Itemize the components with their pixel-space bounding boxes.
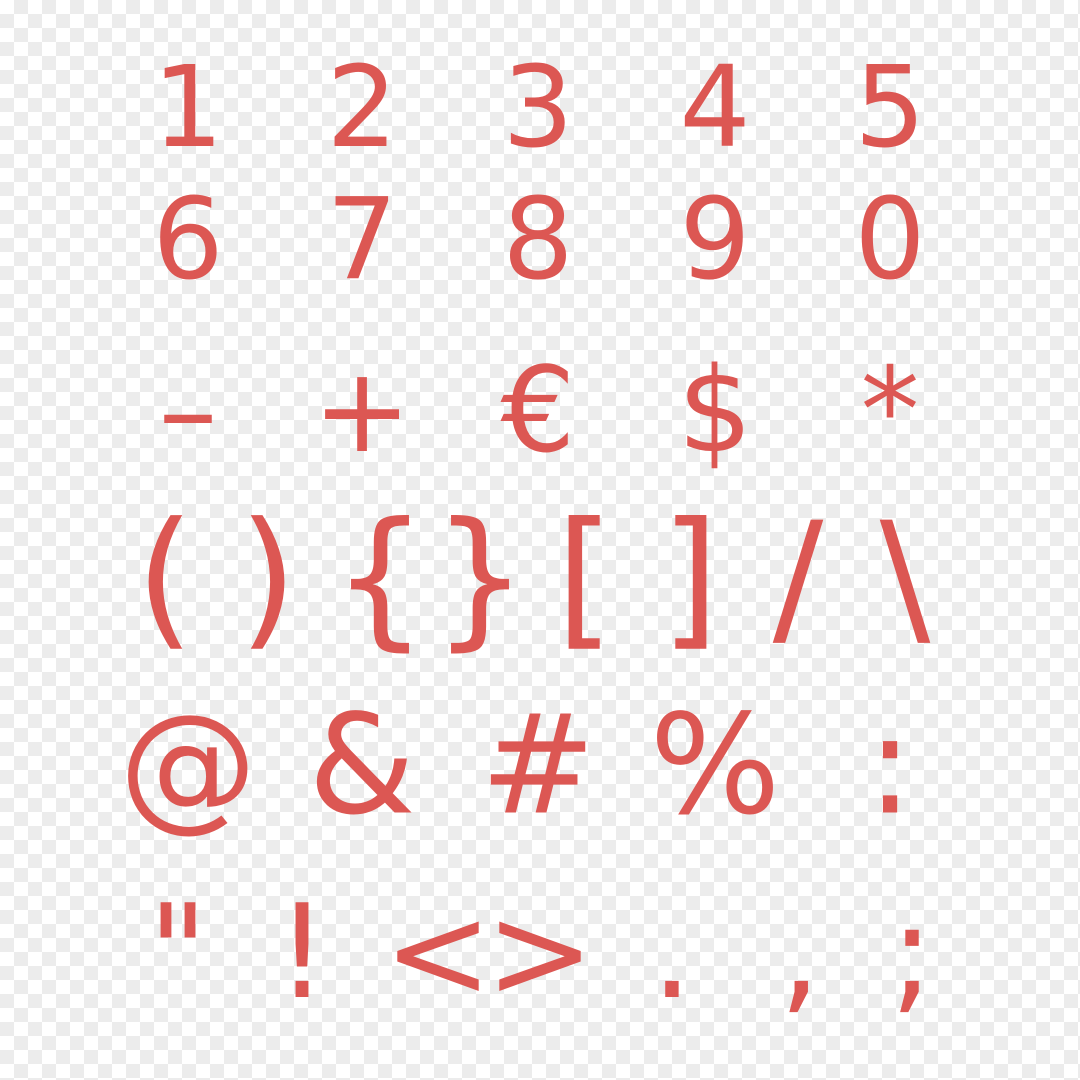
ampersand-glyph: &	[308, 685, 416, 846]
comma-glyph: ,	[779, 876, 820, 1028]
open-paren-glyph: (	[136, 491, 195, 665]
double-quote-glyph: "	[148, 876, 208, 1028]
less-than-glyph: <	[384, 876, 493, 1028]
digit-six: 6	[152, 175, 223, 305]
dollar-glyph: $	[677, 341, 752, 479]
euro-glyph: €	[500, 341, 575, 479]
glyph-sheet: 1 2 3 4 5 6 7 8 9 0 – + € $ * (){}[] / \ @ & #%: "! <>.,;	[119, 43, 934, 1028]
digit-eight: 8	[502, 175, 573, 305]
close-bracket-glyph: ]	[661, 491, 720, 665]
digit-nine: 9	[679, 175, 750, 305]
minus-glyph: –	[159, 341, 218, 479]
digit-two: 2	[326, 43, 397, 173]
digit-seven: 7	[326, 175, 397, 305]
digit-four: 4	[679, 43, 750, 173]
open-brace-glyph: {	[332, 491, 427, 665]
colon-glyph: :	[867, 685, 914, 846]
open-bracket-glyph: [	[556, 491, 615, 665]
semicolon-glyph: ;	[890, 876, 934, 1028]
plus-glyph: +	[313, 341, 412, 479]
asterisk-glyph: *	[861, 341, 920, 479]
close-brace-glyph: }	[432, 491, 527, 665]
percent-glyph: %	[649, 685, 780, 846]
period-glyph: .	[651, 876, 692, 1028]
greater-than-glyph: >	[486, 876, 595, 1028]
digit-zero: 0	[854, 175, 925, 305]
slash-glyph: /	[773, 491, 824, 665]
digit-five: 5	[854, 43, 925, 173]
digit-one: 1	[152, 43, 223, 173]
at-sign-glyph: @	[119, 685, 257, 846]
hash-glyph: #	[480, 685, 596, 846]
backslash-glyph: \	[880, 491, 931, 665]
close-paren-glyph: )	[239, 491, 298, 665]
digit-three: 3	[502, 43, 573, 173]
exclamation-glyph: !	[276, 876, 328, 1028]
